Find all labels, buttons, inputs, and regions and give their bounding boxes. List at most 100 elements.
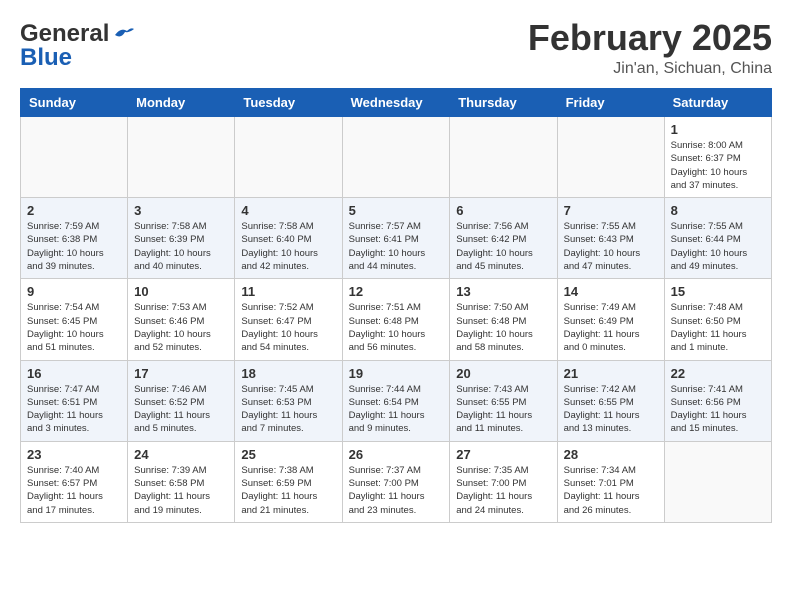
calendar-day-cell: 26 Sunrise: 7:37 AM Sunset: 7:00 PM Dayli… [342, 441, 450, 522]
calendar-day-cell: 18 Sunrise: 7:45 AM Sunset: 6:53 PM Dayli… [235, 360, 342, 441]
weekday-header-friday: Friday [557, 89, 664, 117]
day-number: 25 [241, 447, 335, 462]
day-info: Sunrise: 7:46 AM Sunset: 6:52 PM Dayligh… [134, 383, 228, 436]
day-number: 17 [134, 366, 228, 381]
calendar-day-cell: 16Sunrise: 7:47 AM Sunset: 6:51 PM Dayli… [21, 360, 128, 441]
calendar-day-cell: 5 Sunrise: 7:57 AM Sunset: 6:41 PM Daylig… [342, 198, 450, 279]
location: Jin'an, Sichuan, China [528, 60, 772, 78]
day-info: Sunrise: 7:55 AM Sunset: 6:44 PM Dayligh… [671, 220, 765, 273]
weekday-header-sunday: Sunday [21, 89, 128, 117]
calendar-day-cell [557, 117, 664, 198]
day-number: 21 [564, 366, 658, 381]
logo: General Blue [20, 20, 135, 72]
calendar-day-cell: 28Sunrise: 7:34 AM Sunset: 7:01 PM Dayli… [557, 441, 664, 522]
day-number: 20 [456, 366, 550, 381]
day-info: Sunrise: 7:52 AM Sunset: 6:47 PM Dayligh… [241, 301, 335, 354]
day-info: Sunrise: 7:43 AM Sunset: 6:55 PM Dayligh… [456, 383, 550, 436]
day-number: 15 [671, 284, 765, 299]
day-info: Sunrise: 7:59 AM Sunset: 6:38 PM Dayligh… [27, 220, 121, 273]
calendar-day-cell [450, 117, 557, 198]
day-info: Sunrise: 7:35 AM Sunset: 7:00 PM Dayligh… [456, 464, 550, 517]
day-info: Sunrise: 7:39 AM Sunset: 6:58 PM Dayligh… [134, 464, 228, 517]
day-info: Sunrise: 7:58 AM Sunset: 6:39 PM Dayligh… [134, 220, 228, 273]
day-info: Sunrise: 7:40 AM Sunset: 6:57 PM Dayligh… [27, 464, 121, 517]
title-section: February 2025 Jin'an, Sichuan, China [528, 20, 772, 78]
day-number: 12 [349, 284, 444, 299]
calendar-table: SundayMondayTuesdayWednesdayThursdayFrid… [20, 88, 772, 523]
day-number: 18 [241, 366, 335, 381]
day-info: Sunrise: 7:41 AM Sunset: 6:56 PM Dayligh… [671, 383, 765, 436]
calendar-day-cell: 22 Sunrise: 7:41 AM Sunset: 6:56 PM Dayli… [664, 360, 771, 441]
calendar-day-cell: 14 Sunrise: 7:49 AM Sunset: 6:49 PM Dayli… [557, 279, 664, 360]
calendar-header-row: SundayMondayTuesdayWednesdayThursdayFrid… [21, 89, 772, 117]
weekday-header-saturday: Saturday [664, 89, 771, 117]
calendar-day-cell [342, 117, 450, 198]
calendar-day-cell: 15 Sunrise: 7:48 AM Sunset: 6:50 PM Dayli… [664, 279, 771, 360]
calendar-day-cell: 20 Sunrise: 7:43 AM Sunset: 6:55 PM Dayli… [450, 360, 557, 441]
day-number: 26 [349, 447, 444, 462]
day-info: Sunrise: 7:55 AM Sunset: 6:43 PM Dayligh… [564, 220, 658, 273]
calendar-day-cell: 25 Sunrise: 7:38 AM Sunset: 6:59 PM Dayli… [235, 441, 342, 522]
weekday-header-tuesday: Tuesday [235, 89, 342, 117]
day-number: 19 [349, 366, 444, 381]
calendar-day-cell: 4Sunrise: 7:58 AM Sunset: 6:40 PM Daylig… [235, 198, 342, 279]
day-info: Sunrise: 7:56 AM Sunset: 6:42 PM Dayligh… [456, 220, 550, 273]
day-info: Sunrise: 7:54 AM Sunset: 6:45 PM Dayligh… [27, 301, 121, 354]
weekday-header-wednesday: Wednesday [342, 89, 450, 117]
calendar-week-4: 16Sunrise: 7:47 AM Sunset: 6:51 PM Dayli… [21, 360, 772, 441]
day-number: 14 [564, 284, 658, 299]
calendar-day-cell [664, 441, 771, 522]
day-number: 3 [134, 203, 228, 218]
calendar-day-cell: 7 Sunrise: 7:55 AM Sunset: 6:43 PM Daylig… [557, 198, 664, 279]
month-title: February 2025 [528, 20, 772, 56]
day-number: 24 [134, 447, 228, 462]
day-info: Sunrise: 7:49 AM Sunset: 6:49 PM Dayligh… [564, 301, 658, 354]
day-number: 2 [27, 203, 121, 218]
day-number: 22 [671, 366, 765, 381]
day-number: 6 [456, 203, 550, 218]
calendar-day-cell [235, 117, 342, 198]
page-header: General Blue February 2025 Jin'an, Sichu… [20, 20, 772, 78]
day-number: 10 [134, 284, 228, 299]
day-number: 8 [671, 203, 765, 218]
day-info: Sunrise: 7:38 AM Sunset: 6:59 PM Dayligh… [241, 464, 335, 517]
day-info: Sunrise: 7:44 AM Sunset: 6:54 PM Dayligh… [349, 383, 444, 436]
calendar-day-cell [21, 117, 128, 198]
day-info: Sunrise: 7:37 AM Sunset: 7:00 PM Dayligh… [349, 464, 444, 517]
day-info: Sunrise: 7:48 AM Sunset: 6:50 PM Dayligh… [671, 301, 765, 354]
day-number: 28 [564, 447, 658, 462]
calendar-day-cell: 23Sunrise: 7:40 AM Sunset: 6:57 PM Dayli… [21, 441, 128, 522]
calendar-day-cell: 12 Sunrise: 7:51 AM Sunset: 6:48 PM Dayli… [342, 279, 450, 360]
weekday-header-monday: Monday [128, 89, 235, 117]
calendar-day-cell: 10 Sunrise: 7:53 AM Sunset: 6:46 PM Dayli… [128, 279, 235, 360]
day-number: 1 [671, 122, 765, 137]
calendar-day-cell: 3 Sunrise: 7:58 AM Sunset: 6:39 PM Daylig… [128, 198, 235, 279]
day-info: Sunrise: 7:57 AM Sunset: 6:41 PM Dayligh… [349, 220, 444, 273]
calendar-day-cell: 21Sunrise: 7:42 AM Sunset: 6:55 PM Dayli… [557, 360, 664, 441]
calendar-day-cell: 2 Sunrise: 7:59 AM Sunset: 6:38 PM Daylig… [21, 198, 128, 279]
day-number: 13 [456, 284, 550, 299]
logo-blue: Blue [20, 44, 72, 72]
calendar-week-1: 1 Sunrise: 8:00 AM Sunset: 6:37 PM Daylig… [21, 117, 772, 198]
calendar-day-cell: 24 Sunrise: 7:39 AM Sunset: 6:58 PM Dayli… [128, 441, 235, 522]
calendar-day-cell [128, 117, 235, 198]
calendar-week-3: 9 Sunrise: 7:54 AM Sunset: 6:45 PM Daylig… [21, 279, 772, 360]
day-info: Sunrise: 7:53 AM Sunset: 6:46 PM Dayligh… [134, 301, 228, 354]
logo-bird-icon [113, 25, 135, 43]
calendar-day-cell: 17 Sunrise: 7:46 AM Sunset: 6:52 PM Dayli… [128, 360, 235, 441]
day-number: 5 [349, 203, 444, 218]
calendar-day-cell: 9 Sunrise: 7:54 AM Sunset: 6:45 PM Daylig… [21, 279, 128, 360]
calendar-day-cell: 1 Sunrise: 8:00 AM Sunset: 6:37 PM Daylig… [664, 117, 771, 198]
calendar-day-cell: 6 Sunrise: 7:56 AM Sunset: 6:42 PM Daylig… [450, 198, 557, 279]
day-info: Sunrise: 8:00 AM Sunset: 6:37 PM Dayligh… [671, 139, 765, 192]
day-number: 7 [564, 203, 658, 218]
weekday-header-thursday: Thursday [450, 89, 557, 117]
calendar-week-2: 2 Sunrise: 7:59 AM Sunset: 6:38 PM Daylig… [21, 198, 772, 279]
day-info: Sunrise: 7:47 AM Sunset: 6:51 PM Dayligh… [27, 383, 121, 436]
day-number: 9 [27, 284, 121, 299]
day-info: Sunrise: 7:45 AM Sunset: 6:53 PM Dayligh… [241, 383, 335, 436]
day-info: Sunrise: 7:51 AM Sunset: 6:48 PM Dayligh… [349, 301, 444, 354]
day-info: Sunrise: 7:58 AM Sunset: 6:40 PM Dayligh… [241, 220, 335, 273]
calendar-day-cell: 8 Sunrise: 7:55 AM Sunset: 6:44 PM Daylig… [664, 198, 771, 279]
calendar-day-cell: 11Sunrise: 7:52 AM Sunset: 6:47 PM Dayli… [235, 279, 342, 360]
